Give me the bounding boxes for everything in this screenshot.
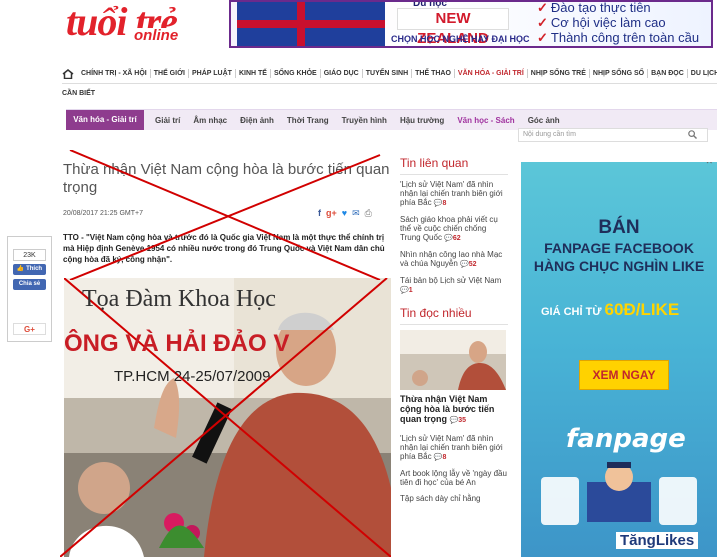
check-icon: ✓ [537,15,548,30]
section-item[interactable]: Âm nhạc [193,116,227,125]
search-input[interactable]: Nội dung cần tìm [518,128,708,142]
related-column: Tin liên quan 'Lịch sử Việt Nam' đã nhìn… [400,152,508,510]
section-item[interactable]: Điện ảnh [240,116,274,125]
comment-icon: 💬 [460,261,469,268]
nav-item-song-khoe[interactable]: SỐNG KHỎE [271,69,321,78]
nav-item-van-hoa[interactable]: VĂN HÓA - GIẢI TRÍ [455,69,528,78]
related-link[interactable]: 'Lịch sử Việt Nam' đã nhìn nhận lại chiế… [400,180,508,208]
ad-bottom-brand: TăngLikes [616,532,699,549]
ad-illustration [541,462,697,525]
comment-icon: 💬 [433,200,443,207]
popular-link[interactable]: Tập sách dày chỉ hằng [400,494,508,503]
section-item[interactable]: Thời Trang [287,116,329,125]
page: tuổi trẻ online Du học NEW ZEALAND CHỌN … [0,0,717,557]
ad-line1: BÁN [598,217,640,238]
ad-line3: HÀNG CHỤC NGHÌN LIKE [533,258,705,274]
section-item[interactable]: Truyền hình [342,116,387,125]
google-plus-button[interactable]: G+ [13,323,46,335]
site-logo[interactable]: tuổi trẻ online [66,2,206,48]
section-nav: Văn hóa - Giải trí Giải trí Âm nhạc Điện… [66,109,717,130]
nav-item-ban-doc[interactable]: BẠN ĐỌC [648,69,688,78]
comment-icon: 💬 [433,454,443,461]
banner-caption: CHỌN HỌC NGHỀ HAY ĐẠI HỌC [391,34,530,44]
banner-country: NEW ZEALAND [397,8,509,46]
nav-item-the-thao[interactable]: THỂ THAO [412,69,455,78]
popular-heading: Tin đọc nhiều [400,302,508,325]
comment-icon: 💬 [449,417,459,424]
comment-icon: 💬 [444,235,453,242]
nav-item-can-biet[interactable]: CẦN BIẾT [62,90,717,104]
popular-featured-link[interactable]: Thừa nhận Việt Nam cộng hòa là bước tiến… [400,394,508,426]
ad-close-icon[interactable]: ✕ [705,162,713,167]
nav-item-chinh-tri[interactable]: CHÍNH TRỊ - XÃ HỘI [78,69,151,78]
related-heading: Tin liên quan [400,152,508,175]
banner-points: ✓ Đào tạo thực tiễn ✓ Cơ hội việc làm cao … [537,0,707,45]
comment-icon: 💬 [400,287,409,294]
facebook-like-button[interactable]: 👍 Thích [13,264,46,275]
nav-item-nhip-song-tre[interactable]: NHỊP SỐNG TRẺ [528,69,590,78]
section-item[interactable]: Văn học - Sách [457,116,514,125]
nav-item-giao-duc[interactable]: GIÁO DỤC [321,69,363,78]
related-link[interactable]: Tái bản bộ Lịch sử Việt Nam 💬1 [400,276,508,295]
search-placeholder: Nội dung cần tìm [523,131,576,138]
share-box: 23K 👍 Thích Chia sẻ G+ [7,236,52,342]
ad-price: GIÁ CHỈ TỪ 60Đ/LIKE [541,300,680,319]
nav-item-nhip-song-so[interactable]: NHỊP SỐNG SỐ [590,69,649,78]
fanpage-ad[interactable]: ✕ BÁN FANPAGE FACEBOOK HÀNG CHỤC NGHÌN L… [521,162,717,557]
nav-item-tuyen-sinh[interactable]: TUYỂN SINH [363,69,413,78]
home-icon[interactable] [62,68,74,79]
section-item[interactable]: Hậu trường [400,116,444,125]
banner-point: ✓ Thành công trên toàn cầu [537,30,700,45]
ad-line2: FANPAGE FACEBOOK [544,240,694,256]
main-nav: CHÍNH TRỊ - XÃ HỘI THẾ GIỚI PHÁP LUẬT KI… [62,64,717,84]
search-icon[interactable] [688,130,697,139]
banner-point: ✓ Đào tạo thực tiễn [537,0,651,15]
facebook-share-button[interactable]: Chia sẻ [13,279,46,290]
nz-flag-image [237,2,385,46]
nav-item-du-lich[interactable]: DU LỊCH [688,69,717,78]
related-link[interactable]: Sách giáo khoa phải viết cụ thể về cuộc … [400,215,508,243]
red-cross-overlay-lower [60,278,388,557]
thumb-up-icon: 👍 [16,266,25,272]
like-count: 23K [13,249,46,261]
banner-point: ✓ Cơ hội việc làm cao [537,15,666,30]
section-item[interactable]: Giải trí [155,116,180,125]
check-icon: ✓ [537,30,548,45]
section-items: Giải trí Âm nhạc Điện ảnh Thời Trang Tru… [155,110,573,130]
red-cross-overlay [69,150,381,280]
related-link[interactable]: Nhìn nhận công lao nhà Mạc và chúa Nguyễ… [400,250,508,269]
top-banner-ad[interactable]: Du học NEW ZEALAND CHỌN HỌC NGHỀ HAY ĐẠI… [229,0,713,48]
check-icon: ✓ [537,0,548,15]
popular-link[interactable]: 'Lịch sử Việt Nam' đã nhìn nhận lại chiế… [400,434,508,462]
section-active-tab[interactable]: Văn hóa - Giải trí [66,110,144,130]
banner-title-block: Du học NEW ZEALAND CHỌN HỌC NGHỀ HAY ĐẠI… [391,2,545,46]
popular-link[interactable]: Art book lộng lẫy về 'ngày đầu tiên đi h… [400,469,508,487]
ad-brand: fanpage [566,424,686,454]
nav-item-kinh-te[interactable]: KINH TẾ [236,69,271,78]
ad-cta-button[interactable]: XEM NGAY [579,360,669,390]
logo-sub-text: online [132,27,181,44]
popular-thumbnail[interactable] [400,330,506,390]
nav-item-the-gioi[interactable]: THẾ GIỚI [151,69,189,78]
nav-item-phap-luat[interactable]: PHÁP LUẬT [189,69,236,78]
section-item[interactable]: Góc ảnh [528,116,560,125]
